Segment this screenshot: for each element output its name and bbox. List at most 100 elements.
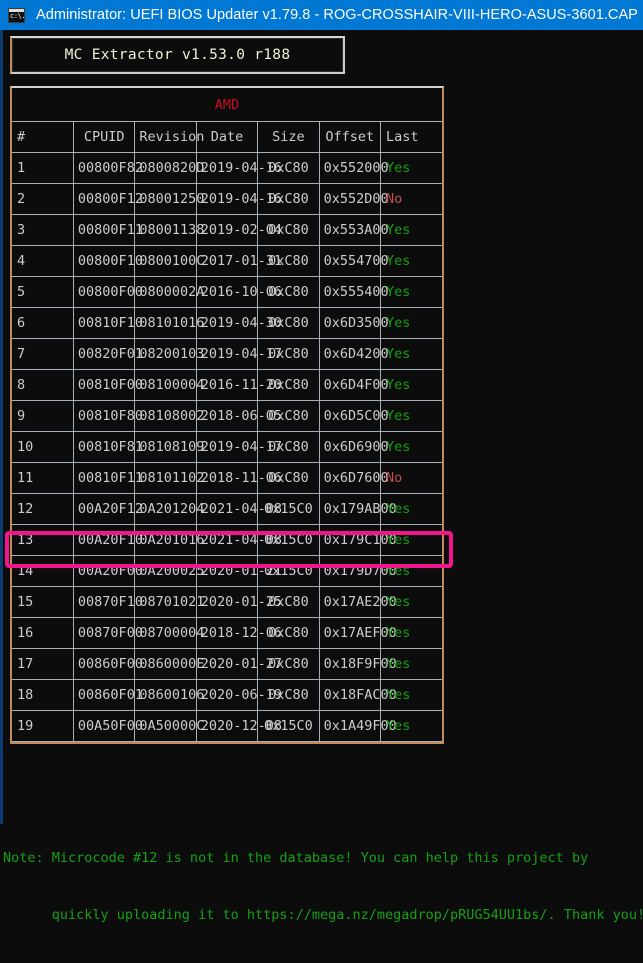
table-cell-date: 2016-10-06	[195, 276, 282, 308]
column-header-last: Last	[380, 121, 442, 153]
table-cell-offset: 0x179AB00	[318, 493, 397, 525]
table-cell-cpuid: 00800F12	[72, 183, 143, 215]
table-cell-num: 18	[12, 679, 74, 711]
table-cell-last: Yes	[380, 276, 442, 308]
table-cell-offset: 0x553A00	[318, 214, 389, 246]
table-cell-cpuid: 00860F01	[72, 679, 143, 711]
last-flag-badge: Yes	[386, 687, 411, 703]
table-cell-last: Yes	[380, 586, 442, 618]
table-cell-last: Yes	[380, 369, 442, 401]
table-cell-revision: 08200103	[134, 338, 204, 370]
table-cell-offset: 0x1A49F00	[318, 710, 397, 742]
table-cell-offset: 0x6D3500	[318, 307, 389, 339]
table-cell-num: 16	[12, 617, 74, 649]
table-cell-date: 2020-01-21	[195, 555, 282, 587]
table-cell-revision: 08701021	[134, 586, 204, 618]
table-row: 13 00A20F10 0A201016 2021-04-08 0x15C0 0x179C…	[12, 524, 442, 556]
table-cell-revision: 0800820D	[134, 152, 204, 184]
table-cell-last: Yes	[380, 245, 442, 277]
table-row: 1 00800F82 0800820D 2019-04-16 0xC80 0x552000…	[12, 152, 442, 184]
table-cell-revision: 08600106	[134, 679, 204, 711]
table-cell-date: 2019-04-17	[195, 431, 282, 463]
table-cell-num: 19	[12, 710, 74, 742]
last-flag-badge: Yes	[386, 439, 411, 455]
last-flag-badge: Yes	[386, 408, 411, 424]
table-cell-date: 2019-04-30	[195, 307, 282, 339]
table-row: 11 00810F11 08101102 2018-11-06 0xC80 0x6D760…	[12, 462, 442, 494]
last-flag-badge: Yes	[386, 718, 411, 734]
window-title-bar[interactable]: Administrator: UEFI BIOS Updater v1.79.8…	[0, 0, 643, 30]
table-cell-offset: 0x555400	[318, 276, 389, 308]
last-flag-badge: Yes	[386, 377, 411, 393]
table-title-row: AMD	[12, 88, 442, 122]
table-cell-num: 14	[12, 555, 74, 587]
table-row: 16 00870F00 08700004 2018-12-06 0xC80 0x17AEF…	[12, 617, 442, 649]
table-cell-date: 2021-04-08	[195, 524, 282, 556]
table-cell-num: 6	[12, 307, 74, 339]
table-cell-offset: 0x6D4F00	[318, 369, 389, 401]
table-cell-revision: 08108109	[134, 431, 204, 463]
table-cell-date: 2019-04-16	[195, 183, 282, 215]
last-flag-badge: Yes	[386, 656, 411, 672]
console-icon	[8, 7, 25, 23]
table-cell-offset: 0x179C100	[318, 524, 397, 556]
table-cell-last: Yes	[380, 400, 442, 432]
table-cell-revision: 08100004	[134, 369, 204, 401]
table-cell-date: 2019-04-17	[195, 338, 282, 370]
table-cell-last: Yes	[380, 524, 442, 556]
console-output-area: MC Extractor v1.53.0 r188 AMD # CPUID Re…	[0, 30, 643, 923]
last-flag-badge: Yes	[386, 532, 411, 548]
table-row: 14 00A20F00 0A200025 2020-01-21 0x15C0 0x179D…	[12, 555, 442, 587]
table-cell-last: Yes	[380, 617, 442, 649]
table-cell-num: 8	[12, 369, 74, 401]
table-cell-num: 11	[12, 462, 74, 494]
table-row: 7 00820F01 08200103 2019-04-17 0xC80 0x6D4200…	[12, 338, 442, 370]
table-cell-cpuid: 00820F01	[72, 338, 143, 370]
table-cell-num: 5	[12, 276, 74, 308]
table-cell-offset: 0x179D700	[318, 555, 397, 587]
table-cell-num: 13	[12, 524, 74, 556]
table-cell-date: 2020-01-25	[195, 586, 282, 618]
table-cell-last: Yes	[380, 307, 442, 339]
window-title: Administrator: UEFI BIOS Updater v1.79.8…	[36, 7, 638, 23]
table-cell-last: Yes	[380, 710, 442, 742]
table-cell-revision: 0A200025	[134, 555, 204, 587]
column-header-date: Date	[195, 121, 259, 153]
table-cell-num: 10	[12, 431, 74, 463]
table-cell-date: 2018-11-06	[195, 462, 282, 494]
table-cell-offset: 0x552D00	[318, 183, 389, 215]
last-flag-badge: Yes	[386, 501, 411, 517]
table-cell-cpuid: 00870F10	[72, 586, 143, 618]
table-cell-offset: 0x18F9F00	[318, 648, 397, 680]
table-cell-revision: 08001250	[134, 183, 204, 215]
table-cell-date: 2020-12-08	[195, 710, 282, 742]
table-cell-cpuid: 00A50F00	[72, 710, 143, 742]
table-row: 2 00800F12 08001250 2019-04-16 0xC80 0x552D00…	[12, 183, 442, 215]
table-cell-last: Yes	[380, 431, 442, 463]
table-cell-size: 0x15C0	[257, 555, 320, 587]
table-cell-cpuid: 00810F10	[72, 307, 143, 339]
table-cell-cpuid: 00810F11	[72, 462, 143, 494]
table-cell-offset: 0x6D4200	[318, 338, 389, 370]
table-cell-revision: 0A50000C	[134, 710, 204, 742]
table-cell-date: 2018-12-06	[195, 617, 282, 649]
last-flag-badge: Yes	[386, 222, 411, 238]
table-cell-date: 2018-06-05	[195, 400, 282, 432]
table-cell-num: 3	[12, 214, 74, 246]
table-cell-cpuid: 00800F11	[72, 214, 143, 246]
table-cell-revision: 0A201016	[134, 524, 204, 556]
microcode-table: AMD # CPUID Revision Date Size Offset La…	[12, 88, 442, 742]
column-header-offset: Offset	[318, 121, 382, 153]
banner-inner-border: MC Extractor v1.53.0 r188	[12, 38, 343, 72]
table-row: 15 00870F10 08701021 2020-01-25 0xC80 0x17AE2…	[12, 586, 442, 618]
table-cell-cpuid: 00A20F12	[72, 493, 143, 525]
table-cell-cpuid: 00810F80	[72, 400, 143, 432]
table-cell-date: 2016-11-20	[195, 369, 282, 401]
table-cell-offset: 0x6D7600	[318, 462, 389, 494]
table-cell-last: Yes	[380, 648, 442, 680]
table-cell-num: 1	[12, 152, 74, 184]
table-row: 6 00810F10 08101016 2019-04-30 0xC80 0x6D3500…	[12, 307, 442, 339]
table-cell-offset: 0x18FAC00	[318, 679, 397, 711]
table-cell-date: 2020-06-19	[195, 679, 282, 711]
table-row: 9 00810F80 08108002 2018-06-05 0xC80 0x6D5C00…	[12, 400, 442, 432]
